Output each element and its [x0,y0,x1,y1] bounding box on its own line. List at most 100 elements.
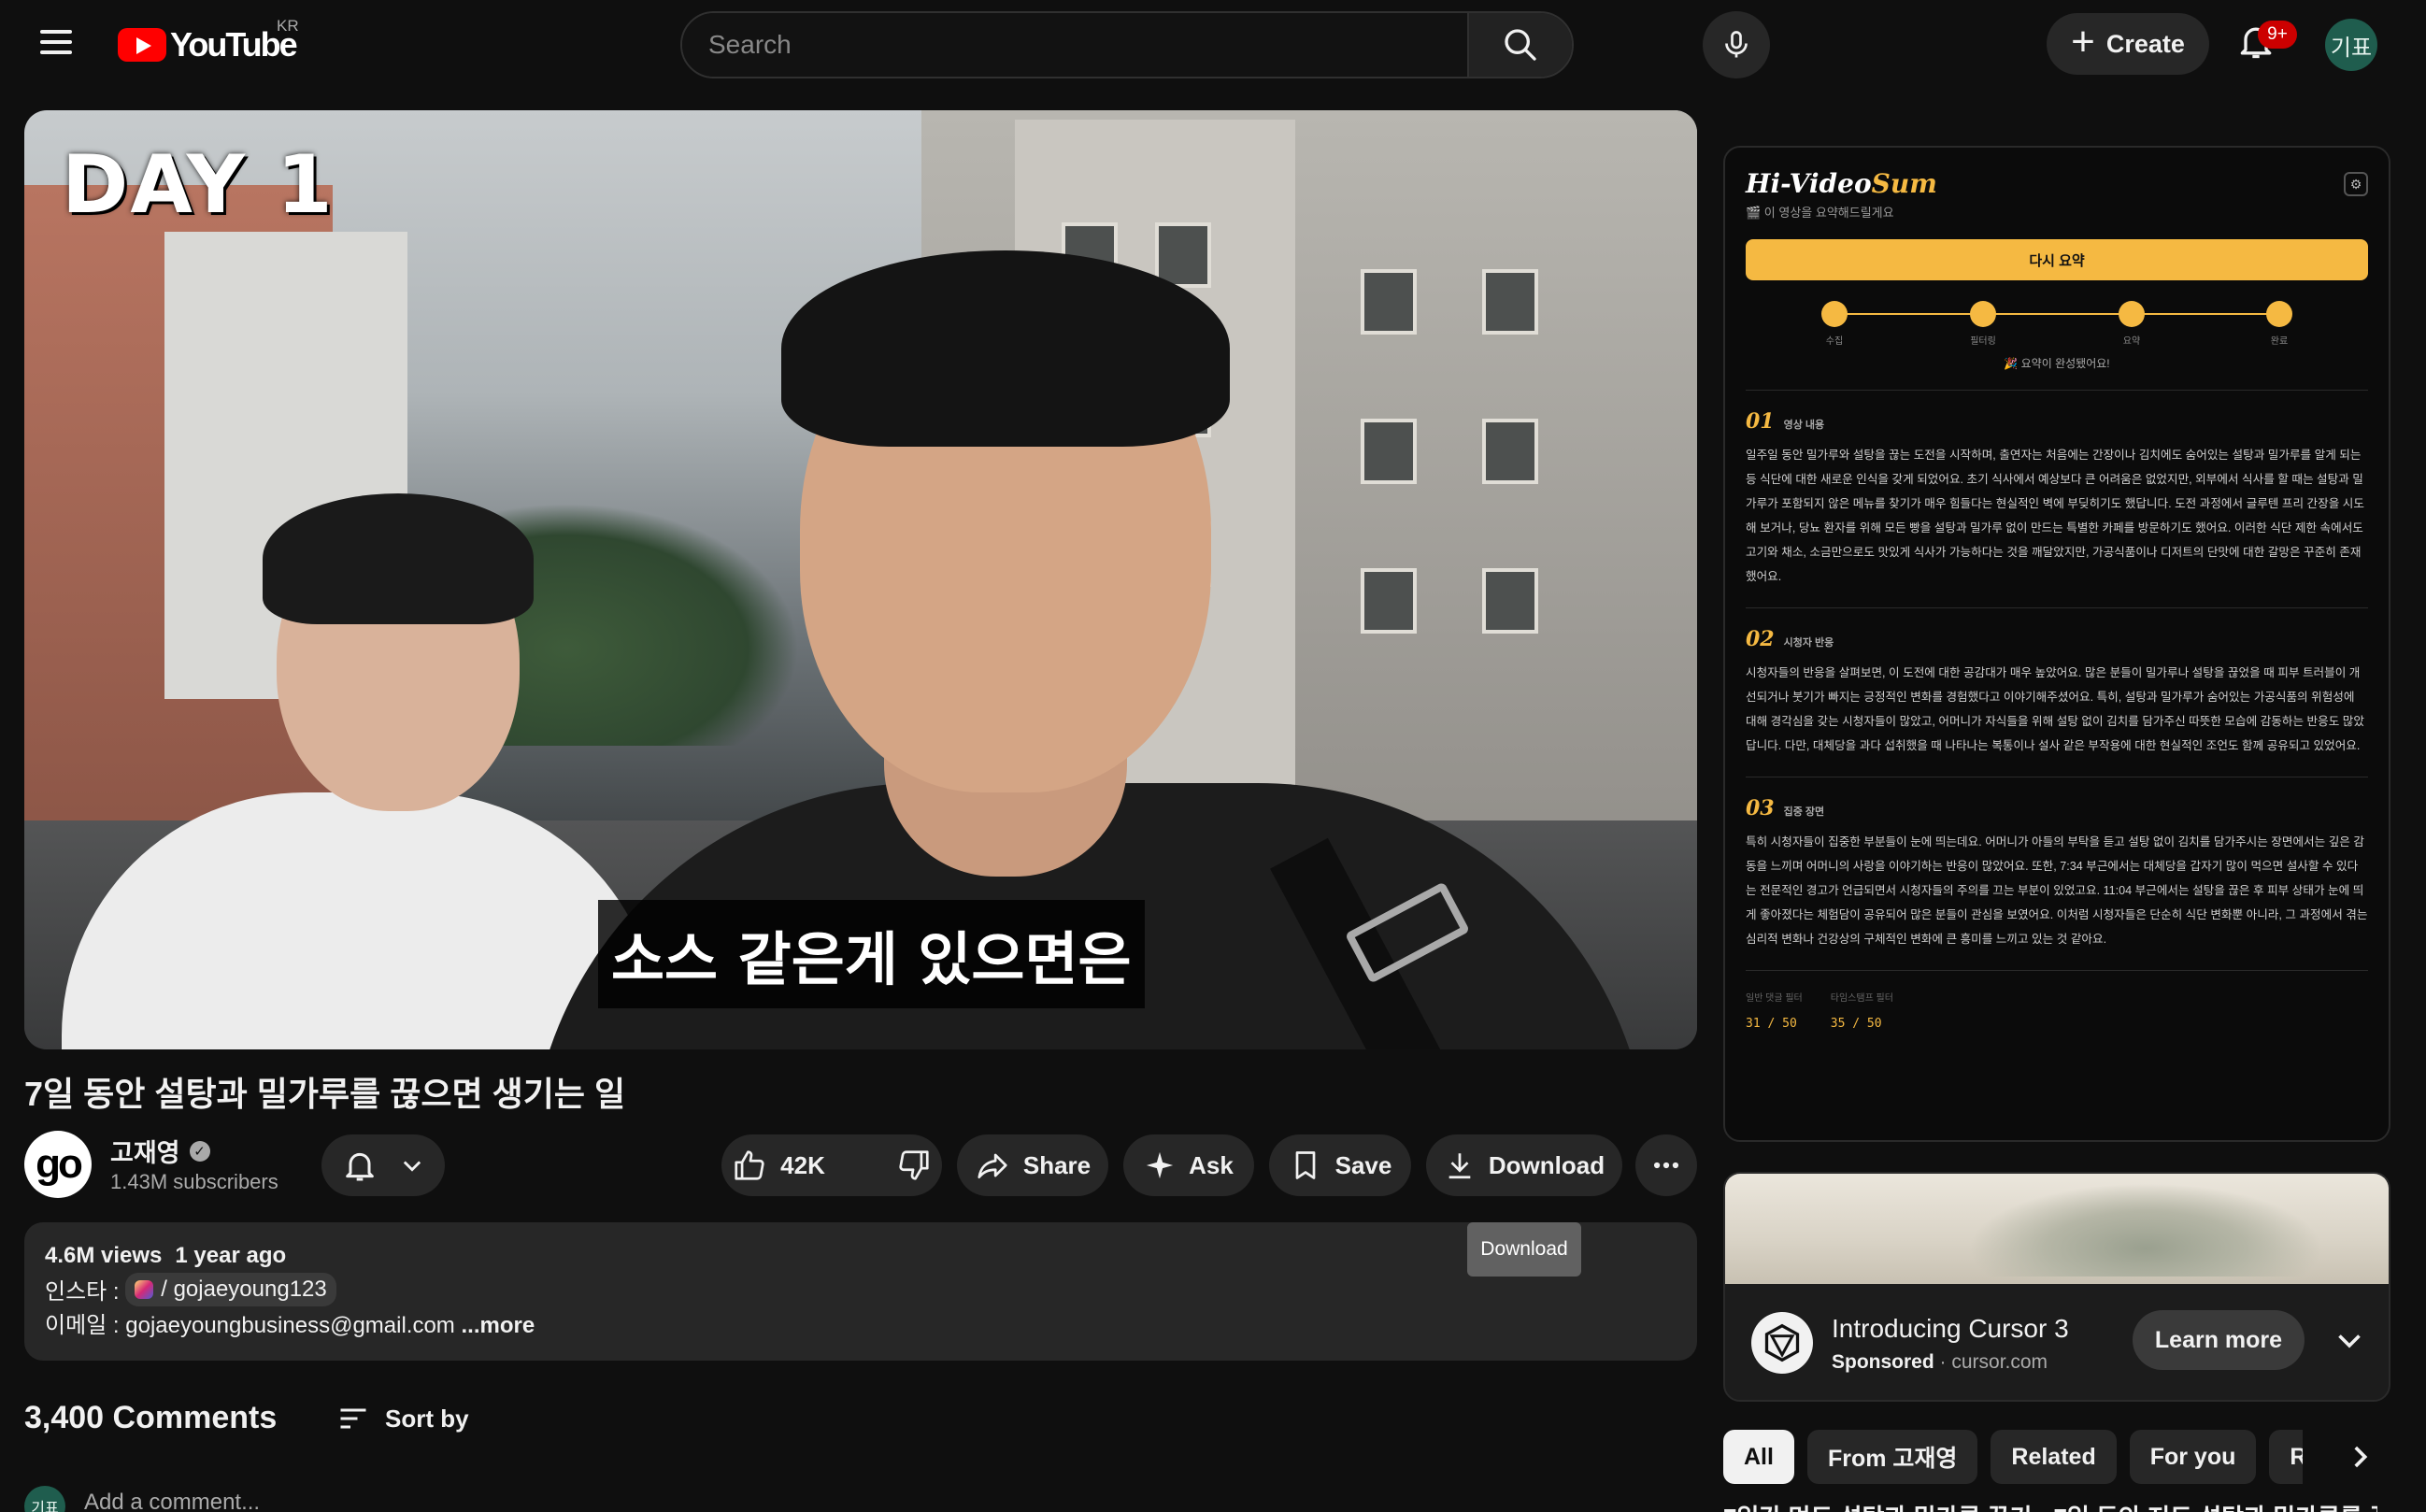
chip-related[interactable]: Related [1991,1430,2117,1484]
ask-button[interactable]: Ask [1123,1134,1254,1196]
next-video-title[interactable]: 7일간 먹도 설탕과 밀가루 끊기 - 7일 동안 저도 설탕과 밀가루를 끊어… [1723,1499,2377,1512]
thumbs-down-icon [899,1150,929,1180]
voice-search-button[interactable] [1703,11,1770,78]
email-text: 이메일 : gojaeyoungbusiness@gmail.com [45,1313,455,1338]
like-button[interactable]: 42K [709,1134,848,1196]
video-subtitle: 소스 같은게 있으면은 [598,900,1145,1008]
step-collect: 수집 [1806,301,1862,347]
subscriber-count: 1.43M subscribers [110,1170,278,1193]
summary-section-reactions: 02 시청자 반응 시청자들의 반응을 살펴보면, 이 도전에 대한 공감대가 매… [1746,627,2368,758]
view-count: 4.6M views [45,1243,163,1268]
summary-progress-steps: 수집 필터링 요약 완료 [1821,301,2292,349]
more-actions-button[interactable] [1635,1134,1697,1196]
video-title: 7일 동안 설탕과 밀가루를 끊으면 생기는 일 [24,1075,626,1113]
video-player[interactable]: DAY 1 소스 같은게 있으면은 [24,110,1697,1049]
resummarize-button[interactable]: 다시 요약 [1746,239,2368,280]
bell-icon [346,1152,374,1181]
summary-tagline: 🎬 이 영상을 요약해드릴게요 [1746,206,1894,220]
save-button[interactable]: Save [1269,1134,1411,1196]
search-icon [1505,29,1536,61]
filter-stat-timestamp: 타임스탬프 필터 35 / 50 [1830,993,1893,1031]
channel-name-link[interactable]: 고재영 ✓ [110,1133,210,1169]
subscription-notification-button[interactable] [321,1134,445,1196]
ad-title: Introducing Cursor 3 [1832,1314,2069,1343]
download-icon [1448,1153,1471,1179]
create-label: Create [2105,29,2185,58]
summary-section-highlights: 03 집중 장면 특히 시청자들이 집중한 부분들이 눈에 띄는데요. 어머니가 … [1746,796,2368,951]
search-input[interactable] [682,13,1467,77]
instagram-icon [135,1280,154,1299]
microphone-icon [1725,31,1748,58]
learn-more-button[interactable]: Learn more [2133,1310,2305,1370]
comment-user-avatar: 기표 [24,1486,65,1512]
dislike-button[interactable] [874,1134,954,1196]
ad-banner-image [1725,1174,2389,1284]
chevron-down-icon[interactable] [2333,1323,2366,1357]
comments-count: 3,400 Comments [24,1400,278,1435]
sponsored-ad[interactable]: Introducing Cursor 3 Sponsored · cursor.… [1723,1172,2390,1402]
save-label: Save [1334,1150,1392,1179]
upload-age: 1 year ago [175,1243,287,1268]
region-label: KR [277,17,299,35]
instagram-prefix: 인스타 : [45,1279,120,1305]
chip-recently-uploaded[interactable]: Recently uploaded [2269,1430,2303,1484]
share-label: Share [1022,1150,1092,1179]
search-bar [680,11,1574,78]
sort-label: Sort by [385,1404,469,1433]
chevron-right-icon[interactable] [2333,1430,2387,1484]
bookmark-icon [1295,1151,1315,1179]
notification-badge: 9+ [2258,21,2297,49]
chip-all[interactable]: All [1723,1430,1794,1484]
sparkle-icon [1146,1151,1174,1179]
summary-filter-stats: 일반 댓글 필터 31 / 50 타임스탬프 필터 35 / 50 [1746,990,2368,1031]
instagram-link[interactable]: / gojaeyoung123 [125,1273,336,1306]
chevron-down-icon [403,1161,421,1172]
download-label: Download [1488,1150,1605,1179]
ad-meta: Sponsored · cursor.com [1832,1351,2048,1373]
create-button[interactable]: + Create [2047,13,2209,75]
step-filter: 필터링 [1955,301,2011,347]
video-overlay-text: DAY 1 [62,138,335,232]
email-line: 이메일 : gojaeyoungbusiness@gmail.com ...mo… [45,1309,1677,1343]
cursor-logo-icon [1751,1312,1813,1374]
youtube-play-icon [118,28,166,62]
user-avatar[interactable]: 기표 [2325,19,2377,71]
step-summarize: 요약 [2104,301,2160,347]
summary-logo: Hi-VideoSum [1746,168,1937,199]
summary-done-message: 🎉 요약이 완성됐어요! [2004,357,2110,370]
share-icon [978,1153,1007,1179]
like-count: 42K [780,1150,825,1179]
instagram-line: 인스타 : / gojaeyoung123 [45,1273,1677,1309]
chip-for-you[interactable]: For you [2129,1430,2257,1484]
like-dislike-group: 42K [721,1134,942,1196]
top-bar: YouTube KR + Create 9+ 기표 [0,0,2426,90]
chip-from-channel[interactable]: From 고재영 [1806,1430,1978,1484]
channel-avatar[interactable]: go [24,1131,92,1198]
video-summary-panel: Hi-VideoSum 🎬 이 영상을 요약해드릴게요 ⚙ 다시 요약 수집 필… [1723,146,2390,1142]
download-tooltip: Download [1467,1222,1581,1277]
add-comment-input[interactable]: Add a comment... [84,1490,260,1512]
channel-name: 고재영 [110,1139,180,1167]
summary-section-body: 일주일 동안 밀가루와 설탕을 끊는 도전을 시작하며, 출연자는 처음에는 간… [1746,449,2364,583]
summary-section-body: 특히 시청자들이 집중한 부분들이 눈에 띄는데요. 어머니가 아들의 부탁을 … [1746,835,2368,946]
instagram-handle: / gojaeyoung123 [161,1277,327,1302]
share-button[interactable]: Share [957,1134,1108,1196]
sort-icon [340,1408,366,1429]
ask-label: Ask [1189,1150,1234,1179]
summary-settings-icon[interactable]: ⚙ [2344,172,2368,196]
search-button[interactable] [1467,13,1572,77]
description-meta: 4.6M views 1 year ago [45,1239,1677,1273]
youtube-logo[interactable]: YouTube [118,25,298,64]
menu-icon[interactable] [37,26,75,64]
sort-comments-button[interactable]: Sort by [336,1402,469,1435]
more-horizontal-icon [1653,1162,1679,1169]
step-done: 완료 [2251,301,2307,347]
download-button[interactable]: Download [1426,1134,1622,1196]
video-description[interactable]: 4.6M views 1 year ago 인스타 : / gojaeyoung1… [24,1222,1697,1361]
filter-stat-general: 일반 댓글 필터 31 / 50 [1746,993,1803,1031]
show-more-link[interactable]: ...more [461,1313,535,1338]
summary-section-body: 시청자들의 반응을 살펴보면, 이 도전에 대한 공감대가 매우 높았어요. 많… [1746,666,2364,752]
verified-icon: ✓ [189,1140,210,1162]
summary-section-content: 01 영상 내용 일주일 동안 밀가루와 설탕을 끊는 도전을 시작하며, 출연자… [1746,409,2368,589]
thumbs-up-icon [735,1150,764,1180]
